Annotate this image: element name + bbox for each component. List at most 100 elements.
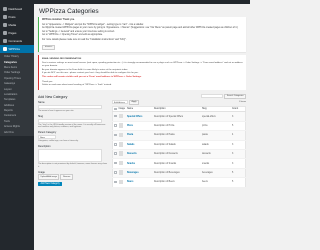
parent-label: Parent Category <box>38 131 57 135</box>
admin-sidebar: Dashboard Posts Media Pages Comments WPPizza O… <box>0 0 34 250</box>
row-image-cell <box>117 149 126 160</box>
category-thumbnail <box>118 142 124 147</box>
image-label: Image <box>38 170 45 174</box>
pizza-icon <box>3 47 7 51</box>
row-slug: desserts <box>200 149 231 160</box>
row-checkbox[interactable] <box>114 143 117 146</box>
email-notice-line: Due to various settings on most email se… <box>42 62 243 68</box>
email-notice-warning: This notice will remain visible until yo… <box>42 75 142 78</box>
row-name-cell: Beverages <box>125 168 153 179</box>
category-name-link[interactable]: Special Offers <box>127 116 142 118</box>
sidebar-item-label: Posts <box>8 15 16 19</box>
row-count[interactable]: 3 <box>230 140 246 151</box>
row-count[interactable]: 5 <box>230 177 246 188</box>
row-checkbox[interactable] <box>114 171 117 174</box>
form-heading: Add New Category <box>38 94 68 99</box>
row-checkbox[interactable] <box>114 133 117 137</box>
row-checkbox[interactable] <box>114 180 117 184</box>
category-thumbnail <box>118 123 124 128</box>
sidebar-item-posts[interactable]: Posts <box>0 13 34 21</box>
description-textarea[interactable] <box>38 149 102 163</box>
category-name-link[interactable]: Beverages <box>127 172 139 174</box>
notice-line: Go to "WPPizza -> Opening Times" and edi… <box>42 34 103 37</box>
row-slug: beverages <box>200 168 231 179</box>
row-count[interactable]: 3 <box>230 111 246 122</box>
category-name-link[interactable]: Desserts <box>127 153 137 155</box>
upload-image-button[interactable]: Upload/Add image <box>38 174 60 180</box>
description-label: Description <box>38 145 51 149</box>
row-checkbox[interactable] <box>114 114 117 118</box>
categories-list: Search Categories Bulk Actions Apply 8 i… <box>112 93 246 188</box>
table-row: Pasta Description of Pasta pasta 4 <box>112 130 246 141</box>
row-count[interactable]: 3 <box>230 158 246 169</box>
email-notice-line[interactable]: Delete or read more about email sending … <box>42 84 243 87</box>
apply-button[interactable]: Apply <box>129 99 140 105</box>
category-name-link[interactable]: Pasta <box>127 134 133 136</box>
table-row: Beverages Description of Beverages beverag… <box>112 168 246 179</box>
columns: Add New Category Name The name is how it… <box>38 93 246 188</box>
category-name-link[interactable]: Salads <box>127 144 134 146</box>
category-name-link[interactable]: Beers <box>127 181 133 183</box>
row-slug: beers <box>200 177 231 188</box>
dashboard-icon <box>3 7 7 11</box>
category-thumbnail <box>118 170 124 175</box>
row-name-cell: Snacks <box>125 158 153 169</box>
sidebar-item-media[interactable]: Media <box>0 21 34 29</box>
category-name-link[interactable]: Pizza <box>127 125 133 127</box>
select-all-checkbox[interactable] <box>114 107 117 111</box>
submenu-item-add-ons[interactable]: Add Ons <box>0 129 34 134</box>
search-input[interactable] <box>201 93 224 98</box>
row-count[interactable]: 5 <box>230 168 246 179</box>
table-row: Snacks Description of Snacks snacks 3 <box>112 158 246 169</box>
category-thumbnail <box>118 132 124 138</box>
media-icon <box>3 23 7 27</box>
row-slug: pizza <box>200 121 231 132</box>
row-description: Description of Salads <box>152 140 201 151</box>
add-category-form: Add New Category Name The name is how it… <box>38 94 108 188</box>
table-row: Desserts Description of Desserts desserts 3 <box>112 149 246 160</box>
bulk-actions: Bulk Actions Apply <box>112 99 140 105</box>
page-icon <box>3 31 7 35</box>
row-slug: special-offers <box>200 111 231 122</box>
row-count[interactable]: 3 <box>230 149 246 160</box>
sidebar-item-label: Dashboard <box>8 7 23 11</box>
row-name-cell: Pizza <box>125 121 153 132</box>
category-thumbnail <box>118 160 124 166</box>
row-image-cell <box>117 130 126 141</box>
slug-input[interactable] <box>38 118 102 123</box>
search-button[interactable]: Search Categories <box>224 93 246 99</box>
row-image-cell <box>117 121 126 132</box>
row-name-cell: Beers <box>125 177 153 188</box>
image-controls: Upload/Add image Remove <box>38 174 108 180</box>
row-checkbox[interactable] <box>114 152 117 156</box>
sidebar-item-dashboard[interactable]: Dashboard <box>0 5 34 13</box>
add-category-button[interactable]: Add New Category <box>38 181 63 186</box>
row-checkbox[interactable] <box>114 161 117 165</box>
sidebar-item-wppizza[interactable]: WPPizza <box>0 45 34 53</box>
slug-label: Slug <box>38 114 44 118</box>
slug-help: The "slug" is the URL-friendly version o… <box>38 123 106 129</box>
category-thumbnail <box>118 179 124 185</box>
items-count: 8 items <box>239 101 246 104</box>
sidebar-item-label: Comments <box>8 39 23 43</box>
sidebar-item-label: WPPizza <box>8 47 20 51</box>
name-input[interactable] <box>38 104 102 110</box>
category-name-link[interactable]: Snacks <box>127 163 135 165</box>
sidebar-item-label: Pages <box>8 31 17 35</box>
row-count[interactable]: 5 <box>230 121 246 132</box>
row-name-cell: Salads <box>125 140 153 151</box>
remove-image-button[interactable]: Remove <box>60 174 73 180</box>
bulk-action-select[interactable]: Bulk Actions <box>112 100 128 105</box>
row-description: Description of Snacks <box>152 158 201 169</box>
description-help: The description is not prominent by defa… <box>38 162 107 168</box>
table-row: Salads Description of Salads salads 3 <box>112 140 246 151</box>
sidebar-item-comments[interactable]: Comments <box>0 37 34 45</box>
row-description: Description of Pasta <box>152 130 201 141</box>
row-slug: snacks <box>200 158 231 169</box>
name-label: Name <box>38 101 45 105</box>
dismiss-button[interactable]: dismiss <box>42 44 56 51</box>
row-count[interactable]: 4 <box>230 130 246 141</box>
sidebar-item-pages[interactable]: Pages <box>0 29 34 37</box>
row-checkbox[interactable] <box>114 124 117 127</box>
parent-select[interactable]: None <box>38 135 56 140</box>
